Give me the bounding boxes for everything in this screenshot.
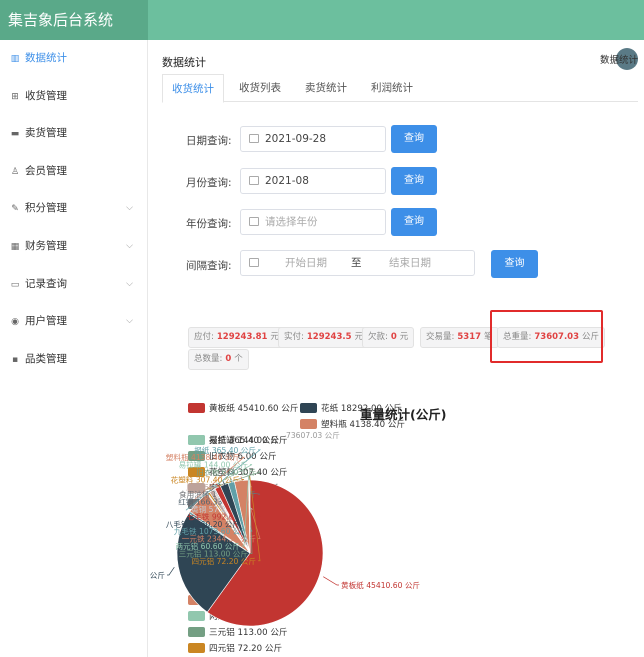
sidebar-item-label: 收货管理 [25,89,67,102]
sidebar-item-label: 卖货管理 [25,127,67,140]
sidebar-item-8[interactable]: ▪ 品类管理 [0,341,147,379]
stat-payable-value: 129243.81 [216,332,268,342]
folder-icon: ▭ [10,279,20,290]
month-input[interactable]: 2021-08 [240,168,386,194]
year-input[interactable]: 请选择年份 [240,209,386,235]
sidebar-item-5[interactable]: ▦ 财务管理 ⌵ [0,228,147,266]
bar-chart-icon: ▥ [10,54,20,64]
edit-icon: ✎ [11,204,19,215]
sidebar-item-0[interactable]: ▥ 数据统计 [0,40,147,78]
app-title: 集吉象后台系统 [0,0,148,40]
page-title: 数据统计 [162,56,206,69]
calendar-icon [249,217,259,226]
stat-total-count-value: 0 [225,354,232,364]
year-query-label: 年份查询: [186,218,232,230]
range-query-button[interactable]: 查询 [491,250,538,278]
sidebar-item-label: 数据统计 [25,52,67,64]
range-start-placeholder: 开始日期 [285,257,327,269]
sidebar-item-label: 会员管理 [25,164,67,177]
pie-label-line [167,567,175,576]
calendar-icon [249,134,259,143]
calendar-icon [249,176,259,185]
stat-owed: 欠款: 0 元 [362,327,415,348]
date-query-label: 日期查询: [186,135,232,147]
pie-chart: 黄板纸 45410.60 公斤花纸 18292.00 公斤报纸 365.40 公… [148,430,420,627]
calendar-icon [249,258,259,267]
sidebar-item-label: 财务管理 [25,239,67,252]
date-input-value: 2021-09-28 [265,133,327,145]
sidebar-item-1[interactable]: ⊞ 收货管理 [0,78,147,116]
tab-sell-stats[interactable]: 卖货统计 [294,74,358,102]
stat-total-count: 总数量: 0 个 [188,349,249,370]
range-separator: 至 [351,257,362,269]
stat-paid-label: 实付: [284,332,304,342]
calculator-icon: ▦ [10,241,20,252]
stat-owed-unit: 元 [399,332,409,342]
month-query-label: 月份查询: [186,177,232,189]
truck-icon: ▬ [10,129,20,140]
month-query-button[interactable]: 查询 [391,167,437,195]
sidebar-item-6[interactable]: ▭ 记录查询 ⌵ [0,266,147,304]
stat-owed-value: 0 [390,332,397,342]
sidebar-item-4[interactable]: ✎ 积分管理 ⌵ [0,190,147,228]
pie-total-label: 73607.03 公斤 [286,430,340,440]
tab-receive-stats[interactable]: 收货统计 [162,74,224,103]
tab-receive-list[interactable]: 收货列表 [228,74,292,102]
stat-trades-label: 交易量: [426,332,455,342]
sidebar-item-label: 品类管理 [25,352,67,365]
sidebar-item-label: 记录查询 [25,277,67,290]
date-range-input[interactable]: 开始日期 至 结束日期 [240,250,475,276]
chevron-down-icon: ⌵ [126,316,133,327]
chevron-down-icon: ⌵ [126,203,133,214]
range-end-placeholder: 结束日期 [389,257,431,269]
breadcrumb-current: 数据统计 [599,55,638,66]
user-circle-icon: ◉ [11,317,19,328]
stat-paid-value: 129243.5 [306,332,352,342]
sidebar-item-label: 用户管理 [25,315,67,328]
stat-trades-value: 5317 [457,332,482,342]
month-input-value: 2021-08 [265,175,309,187]
chevron-down-icon: ⌵ [126,240,133,251]
stat-paid: 实付: 129243.5 元 [278,327,370,348]
tab-profit-stats[interactable]: 利润统计 [360,74,424,102]
grid-icon: ▪ [11,354,19,365]
stat-owed-label: 欠款: [368,332,388,342]
date-query-button[interactable]: 查询 [391,125,437,153]
year-query-button[interactable]: 查询 [391,208,437,236]
pie-label: 花纸 18292.00 公斤 [148,570,165,580]
tab-bar: 收货统计 收货列表 卖货统计 利润统计 [162,74,638,103]
stat-total-count-unit: 个 [234,354,243,364]
pie-label-line [323,576,339,586]
highlight-box [490,310,603,363]
range-query-label: 间隔查询: [186,260,232,272]
pie-label: 黄板纸 45410.60 公斤 [341,580,420,590]
user-icon: ♙ [10,166,20,177]
stat-total-count-label: 总数量: [194,354,223,364]
pie-label: 四元铝 72.20 公斤 [191,556,256,566]
sidebar-item-3[interactable]: ♙ 会员管理 [0,153,147,191]
stat-payable-label: 应付: [194,332,214,342]
sidebar-item-2[interactable]: ▬ 卖货管理 [0,115,147,153]
chevron-down-icon: ⌵ [126,278,133,289]
top-header: 集吉象后台系统 [0,0,644,40]
year-input-placeholder: 请选择年份 [265,216,318,228]
cart-icon: ⊞ [11,91,19,102]
date-input[interactable]: 2021-09-28 [240,126,386,152]
stat-payable: 应付: 129243.81 元 [188,327,285,348]
sidebar-item-label: 积分管理 [25,202,67,215]
stat-trades: 交易量: 5317 笔 [420,327,499,348]
sidebar: ▥ 数据统计 ⊞ 收货管理 ▬ 卖货管理 ♙ 会员管理 ✎ 积分管理 ⌵ ▦ 财务管理 ⌵ ▭ 记录查询 ⌵ ◉ 用… [0,40,148,657]
sidebar-item-7[interactable]: ◉ 用户管理 ⌵ [0,303,147,341]
